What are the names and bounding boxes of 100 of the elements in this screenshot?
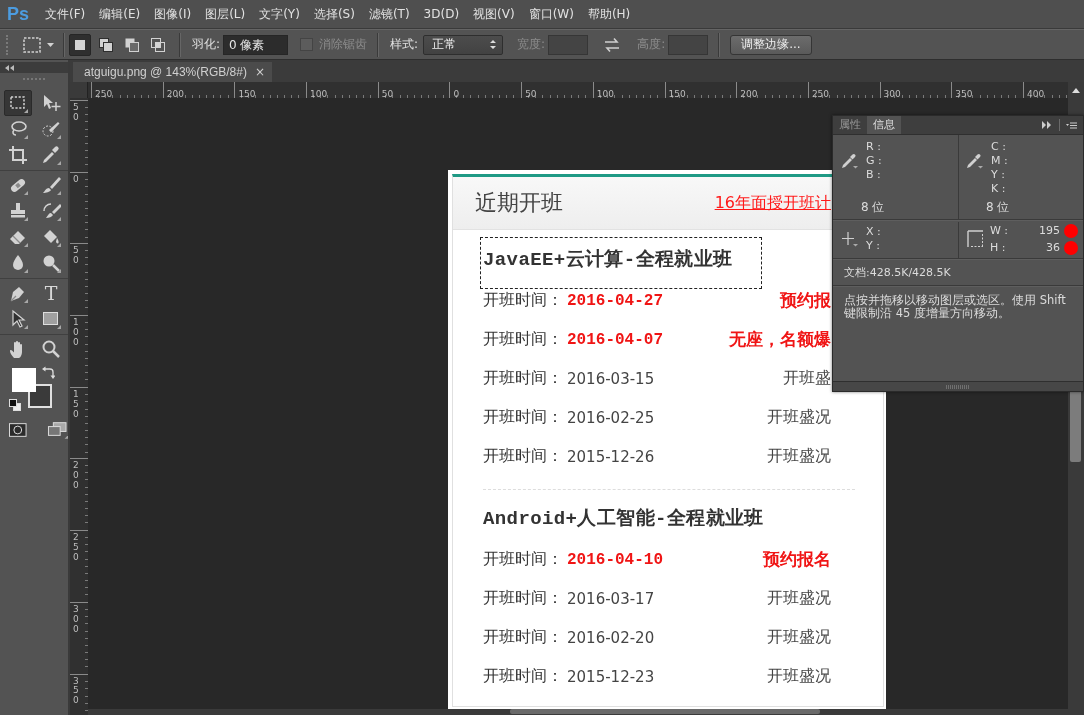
start-date: 2016-04-10 bbox=[567, 550, 663, 569]
panel-tab[interactable]: 属性 bbox=[833, 116, 867, 134]
channel-label: K : bbox=[991, 182, 1007, 196]
menu-item[interactable]: 帮助(H) bbox=[580, 4, 638, 24]
start-date: 2015-12-23 bbox=[567, 667, 655, 686]
marker-dot-icon bbox=[1064, 223, 1078, 238]
coordinate-label: Y : bbox=[866, 239, 881, 253]
tool-button[interactable] bbox=[4, 90, 32, 116]
menu-item[interactable]: 3D(D) bbox=[416, 4, 467, 24]
channel-label: Y : bbox=[991, 168, 1006, 182]
ruler-label: 100 bbox=[596, 89, 614, 98]
action-link[interactable]: 开班盛况 bbox=[767, 446, 831, 467]
ruler-label: 200 bbox=[740, 89, 758, 98]
brush-circle-icon bbox=[41, 119, 61, 139]
panel-menu-icon[interactable] bbox=[1066, 121, 1077, 129]
scroll-up-arrow-icon bbox=[1072, 87, 1080, 93]
channel-label: C : bbox=[991, 140, 1007, 154]
crosshair-icon[interactable] bbox=[841, 231, 858, 247]
lollipop-icon bbox=[41, 253, 61, 273]
menu-item[interactable]: 文件(F) bbox=[38, 4, 93, 24]
default-colors-icon[interactable] bbox=[9, 399, 21, 411]
start-time-label: 开班时间： bbox=[483, 627, 563, 648]
menu-item[interactable]: 编辑(E) bbox=[92, 4, 148, 24]
channel-label: G : bbox=[866, 154, 882, 168]
start-time-label: 开班时间： bbox=[483, 446, 563, 467]
ruler-label: 250 bbox=[95, 89, 113, 98]
quick-mask-icon[interactable] bbox=[9, 423, 27, 437]
feather-input[interactable]: 0 像素 bbox=[223, 34, 289, 55]
tool-button[interactable]: T bbox=[37, 280, 65, 306]
lasso-icon bbox=[8, 119, 28, 139]
coordinate-label: X : bbox=[866, 225, 881, 239]
scrollbar-thumb[interactable] bbox=[510, 709, 820, 714]
menu-item[interactable]: 视图(V) bbox=[466, 4, 522, 24]
ruler-label: 50 bbox=[73, 246, 80, 267]
action-link[interactable]: 开班盛况 bbox=[767, 627, 831, 648]
ruler-label: 0 bbox=[453, 89, 460, 98]
start-date: 2016-03-17 bbox=[567, 589, 655, 608]
menu-item[interactable]: 图像(I) bbox=[147, 4, 199, 24]
bit-depth-label: 8 位 bbox=[861, 199, 885, 215]
dashed-rectangle-icon bbox=[23, 36, 41, 53]
intersecting-squares-icon bbox=[150, 36, 166, 53]
ruler-label: 150 bbox=[73, 389, 80, 420]
ruler-label: 350 bbox=[955, 89, 973, 98]
action-link[interactable]: 开班盛况 bbox=[767, 666, 831, 687]
close-button[interactable]: × bbox=[254, 66, 265, 78]
panel-tab[interactable]: 信息 bbox=[867, 116, 901, 134]
ruler-label: 300 bbox=[73, 604, 80, 635]
selection-size-icon bbox=[966, 230, 984, 248]
document-tab[interactable]: atguigu.png @ 143%(RGB/8#) × bbox=[73, 62, 272, 82]
menu-item[interactable]: 窗口(W) bbox=[521, 4, 581, 24]
start-time-label: 开班时间： bbox=[483, 549, 563, 570]
resize-grip-icon[interactable] bbox=[946, 384, 970, 389]
ruler-label: 150 bbox=[238, 89, 256, 98]
action-link[interactable]: 开班盛况 bbox=[767, 588, 831, 609]
eyedropper-icon[interactable] bbox=[841, 153, 858, 169]
eyedropper-icon[interactable] bbox=[966, 153, 983, 169]
caret-icon bbox=[47, 42, 54, 47]
action-link[interactable]: 预约报 bbox=[780, 289, 831, 312]
action-link[interactable]: 开班盛况 bbox=[767, 407, 831, 428]
foreground-swatch-icon[interactable] bbox=[12, 368, 36, 392]
refine-edge-button[interactable]: 调整边缘... bbox=[730, 34, 812, 55]
scrollbar-thumb[interactable] bbox=[1070, 390, 1081, 462]
up-down-arrows-icon bbox=[490, 40, 497, 49]
menu-item[interactable]: 滤镜(T) bbox=[361, 4, 417, 24]
channel-label: R : bbox=[866, 140, 882, 154]
ruler-label: 50 bbox=[73, 103, 80, 123]
swap-arrows-icon[interactable] bbox=[603, 36, 622, 53]
style-label: 样式: bbox=[390, 36, 419, 53]
overlapping-squares-icon bbox=[98, 36, 114, 53]
start-time-label: 开班时间： bbox=[483, 588, 563, 609]
selection-mode-button[interactable] bbox=[69, 33, 91, 56]
schedule-link[interactable]: 16年面授开班计 bbox=[714, 192, 831, 214]
arrow-cross-icon bbox=[41, 93, 61, 113]
dashed-rectangle-icon bbox=[8, 93, 28, 113]
swap-arrows-icon[interactable] bbox=[42, 366, 55, 379]
action-link[interactable]: 无座，名额爆 bbox=[729, 328, 831, 351]
menu-item[interactable]: 文字(Y) bbox=[252, 4, 307, 24]
feather-label: 羽化: bbox=[192, 36, 221, 53]
selection-marquee[interactable] bbox=[480, 237, 762, 289]
style-select[interactable]: 正常 bbox=[423, 34, 504, 55]
document-tab-title: atguigu.png @ 143%(RGB/8#) bbox=[84, 65, 247, 79]
action-link[interactable]: 开班盛 bbox=[783, 368, 831, 389]
start-date: 2015-12-26 bbox=[567, 447, 655, 466]
eyedropper-icon bbox=[41, 145, 61, 165]
screen-mode-icon[interactable] bbox=[46, 421, 68, 439]
double-arrow-icon[interactable] bbox=[1042, 121, 1051, 129]
action-link[interactable]: 预约报名 bbox=[763, 548, 831, 571]
stamp-icon bbox=[8, 201, 28, 221]
ruler-label: 250 bbox=[811, 89, 830, 98]
dimension-value: 195 bbox=[1038, 224, 1060, 237]
ruler-label: 200 bbox=[166, 89, 184, 98]
course-title: Android+人工智能-全程就业班 bbox=[483, 507, 764, 531]
menu-item[interactable]: 选择(S) bbox=[306, 4, 362, 24]
brush-arrow-icon bbox=[41, 201, 61, 221]
document-size-text: 文档:428.5K/428.5K bbox=[844, 264, 951, 280]
start-date: 2016-02-25 bbox=[567, 408, 655, 427]
start-time-label: 开班时间： bbox=[483, 407, 563, 428]
start-time-label: 开班时间： bbox=[483, 329, 563, 350]
collapse-icon[interactable] bbox=[5, 64, 14, 71]
menu-item[interactable]: 图层(L) bbox=[198, 4, 253, 24]
